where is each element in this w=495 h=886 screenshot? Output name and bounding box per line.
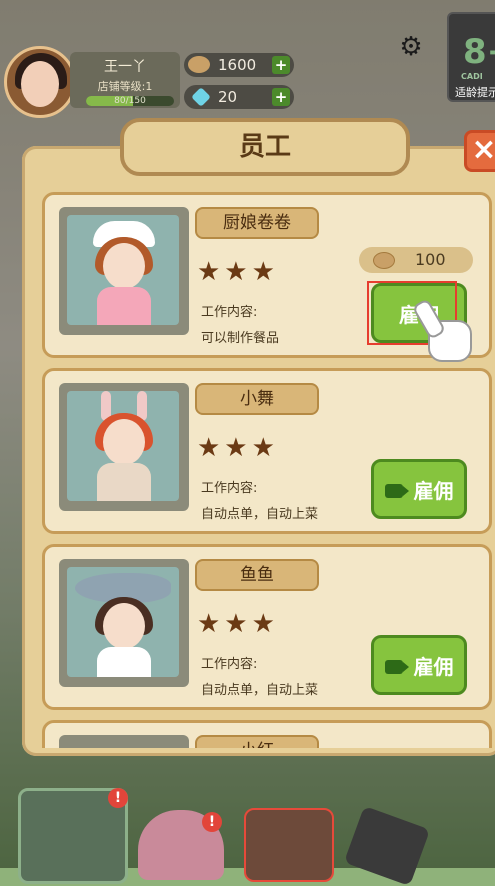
job-desc: 可以制作餐品 bbox=[201, 331, 280, 346]
staff-card-2: 小舞 ★★★ 工作内容: 自动点单，自动上菜 雇佣 bbox=[42, 368, 492, 534]
age-number: 8+ bbox=[463, 32, 495, 72]
close-button[interactable]: × bbox=[464, 130, 495, 172]
gold-value: 1600 bbox=[218, 56, 257, 74]
player-name: 王一丫 bbox=[104, 59, 146, 75]
staff-stars: ★★★ bbox=[197, 609, 279, 639]
pointing-hand-icon bbox=[411, 298, 472, 362]
cost-value: 100 bbox=[415, 250, 446, 269]
age-brand: CADI bbox=[461, 72, 483, 81]
staff-portrait-2 bbox=[59, 383, 189, 511]
gem-value: 20 bbox=[218, 88, 238, 106]
add-gem-button[interactable]: + bbox=[272, 88, 290, 106]
bottom-toolbar: ! ! bbox=[0, 760, 495, 886]
video-icon bbox=[384, 659, 409, 674]
top-hud: 王一丫 店铺等级:1 80/150 1600 + 20 + ⚙ 8+ CADI … bbox=[0, 0, 495, 120]
gem-counter: 20 + bbox=[184, 85, 294, 109]
staff-name: 小舞 bbox=[195, 383, 319, 415]
hire-label: 雇佣 bbox=[413, 478, 454, 503]
staff-name: 小红 bbox=[195, 735, 319, 748]
diamond-icon bbox=[191, 87, 211, 107]
staff-stars: ★★★ bbox=[197, 257, 279, 287]
staff-portrait-4 bbox=[59, 735, 189, 748]
phone-button[interactable] bbox=[343, 805, 431, 886]
hire-cost: 100 bbox=[359, 247, 473, 273]
watch-video-hire-button[interactable]: 雇佣 bbox=[371, 635, 467, 695]
staff-list[interactable]: 厨娘卷卷 ★★★ 工作内容: 可以制作餐品 100 雇佣 小舞 ★★★ 工作内容… bbox=[42, 192, 492, 748]
age-rating-badge[interactable]: 8+ CADI 适龄提示 bbox=[447, 12, 495, 102]
coin-icon bbox=[373, 252, 395, 269]
gear-icon[interactable]: ⚙ bbox=[398, 34, 424, 60]
watch-video-hire-button[interactable]: 雇佣 bbox=[371, 459, 467, 519]
job-label: 工作内容: bbox=[201, 481, 258, 496]
staff-tab-button[interactable] bbox=[244, 808, 334, 882]
staff-stars: ★★★ bbox=[197, 433, 279, 463]
staff-portrait-3 bbox=[59, 559, 189, 687]
dialog-title: 员工 bbox=[120, 118, 410, 176]
staff-card-4: 小红 bbox=[42, 720, 492, 748]
job-desc: 自动点单，自动上菜 bbox=[201, 683, 319, 698]
video-icon bbox=[384, 483, 409, 498]
gold-counter: 1600 + bbox=[184, 53, 294, 77]
staff-name: 鱼鱼 bbox=[195, 559, 319, 591]
job-desc: 自动点单，自动上菜 bbox=[201, 507, 319, 522]
xp-text: 80/150 bbox=[114, 96, 146, 106]
notification-badge: ! bbox=[202, 812, 222, 832]
staff-portrait-1 bbox=[59, 207, 189, 335]
hire-label: 雇佣 bbox=[413, 654, 454, 679]
job-label: 工作内容: bbox=[201, 657, 258, 672]
staff-name: 厨娘卷卷 bbox=[195, 207, 319, 239]
age-tip: 适龄提示 bbox=[455, 86, 495, 99]
job-label: 工作内容: bbox=[201, 305, 258, 320]
shop-level: 店铺等级:1 bbox=[97, 80, 153, 93]
notification-badge: ! bbox=[108, 788, 128, 808]
staff-card-3: 鱼鱼 ★★★ 工作内容: 自动点单，自动上菜 雇佣 bbox=[42, 544, 492, 710]
add-gold-button[interactable]: + bbox=[272, 56, 290, 74]
coin-icon bbox=[188, 56, 210, 73]
avatar-face bbox=[21, 61, 59, 107]
player-avatar[interactable] bbox=[4, 46, 76, 118]
